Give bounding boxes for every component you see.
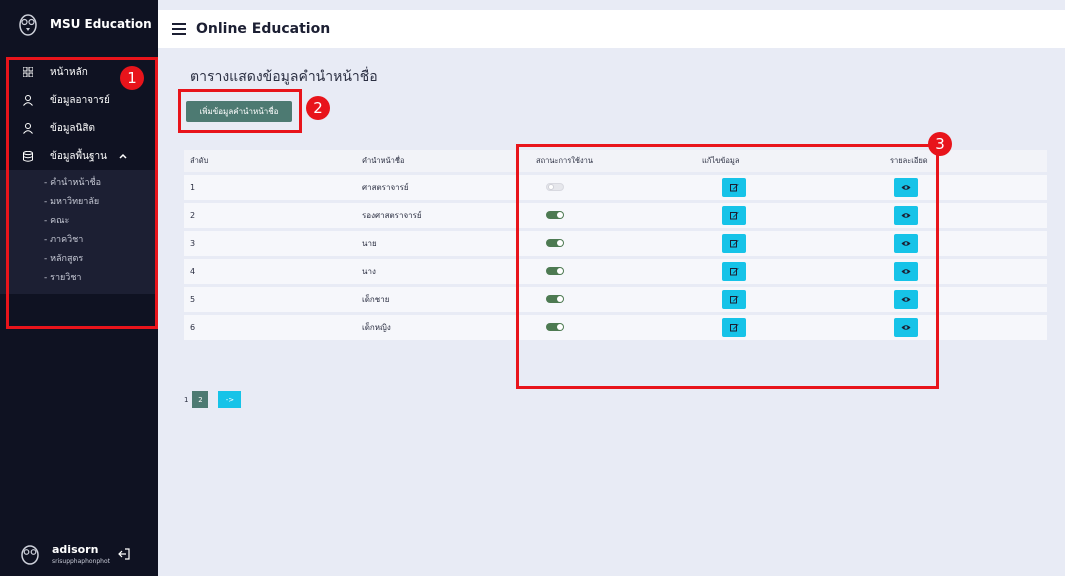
owl-logo-icon (19, 14, 37, 36)
page-2-button[interactable]: 2 (192, 391, 209, 408)
header-no: ลำดับ (190, 156, 209, 165)
annotation-box-3 (516, 144, 939, 389)
cell-no: 5 (190, 295, 196, 304)
cell-no: 6 (190, 323, 196, 332)
cell-no: 1 (190, 183, 196, 192)
cell-no: 2 (190, 211, 196, 220)
brand-name: MSU Education (50, 17, 152, 31)
logout-icon[interactable] (118, 548, 130, 560)
cell-prefix: เด็กหญิง (362, 323, 391, 332)
topbar: Online Education (158, 10, 1065, 48)
annotation-badge-2: 2 (306, 96, 330, 120)
annotation-badge-3: 3 (928, 132, 952, 156)
brand[interactable]: MSU Education (0, 0, 158, 48)
cell-prefix: รองศาสตราจารย์ (362, 211, 422, 220)
annotation-box-1 (6, 57, 158, 329)
cell-no: 3 (190, 239, 196, 248)
cell-prefix: เด็กชาย (362, 295, 390, 304)
annotation-badge-1: 1 (120, 66, 144, 90)
header-prefix: คำนำหน้าชื่อ (362, 156, 405, 165)
page-title: ตารางแสดงข้อมูลคำนำหน้าชื่อ (190, 69, 378, 85)
page-1-link[interactable]: 1 (184, 396, 188, 404)
annotation-box-2 (178, 89, 302, 133)
cell-no: 4 (190, 267, 196, 276)
cell-prefix: ศาสตราจารย์ (362, 183, 409, 192)
pagination: 1 2 -> (184, 391, 242, 408)
cell-prefix: นาง (362, 267, 376, 276)
user-subtitle: srisupphaphonphot (52, 558, 111, 565)
next-page-button[interactable]: -> (218, 391, 242, 408)
user-info: adisorn srisupphaphonphot (52, 543, 110, 565)
avatar (21, 545, 39, 565)
cell-prefix: นาย (362, 239, 377, 248)
hamburger-menu-icon[interactable] (172, 23, 186, 35)
user-name: adisorn (52, 543, 99, 556)
app-title: Online Education (196, 21, 331, 37)
user-profile: adisorn srisupphaphonphot (0, 532, 158, 576)
